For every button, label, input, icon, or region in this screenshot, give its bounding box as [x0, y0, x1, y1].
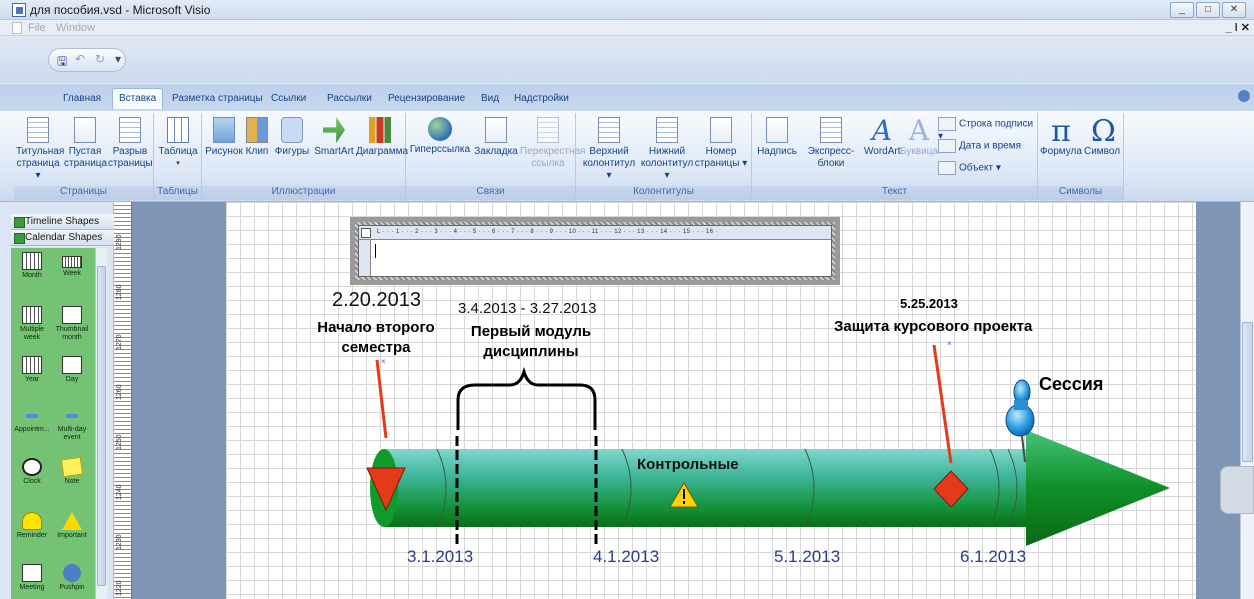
start-date-label: 2.20.2013: [332, 289, 421, 311]
milestone-date-label: 5.25.2013: [900, 296, 958, 311]
tick-date-label: 3.1.2013: [407, 547, 474, 566]
svg-text:×: ×: [381, 357, 386, 366]
tick-date-label: 6.1.2013: [960, 547, 1027, 566]
timeline-graphic: × ×: [366, 339, 1170, 546]
tick-date-label: 4.1.2013: [593, 547, 660, 566]
milestone-description: Защита курсового проекта: [834, 318, 1033, 335]
start-description: Начало второго семестра: [317, 319, 435, 356]
visio-window: для пособия.vsd - Microsoft Visio _ □ ✕ …: [0, 0, 1254, 599]
range-dates-label: 3.4.2013 - 3.27.2013: [458, 300, 597, 317]
control-works-label: Контрольные: [637, 456, 739, 473]
svg-text:×: ×: [947, 339, 952, 348]
session-label: Сессия: [1039, 374, 1104, 394]
timeline-bar[interactable]: [370, 430, 1170, 546]
range-description: Первый модуль дисциплины: [470, 323, 592, 360]
tick-date-label: 5.1.2013: [774, 547, 841, 566]
